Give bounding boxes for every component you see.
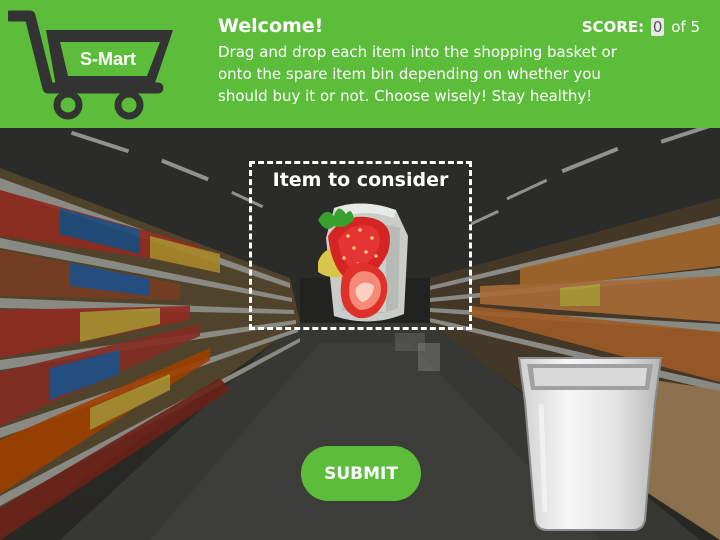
score-display: SCORE: 0 of 5 <box>582 16 700 38</box>
score-total: of 5 <box>671 18 700 36</box>
submit-button[interactable]: SUBMIT <box>301 446 421 501</box>
game-stage: S-Mart Welcome! Drag and drop each item … <box>0 0 720 540</box>
item-to-consider-title: Item to consider <box>272 169 449 191</box>
welcome-title: Welcome! <box>218 15 324 37</box>
s-mart-logo: S-Mart <box>4 8 178 120</box>
instructions-text: Drag and drop each item into the shoppin… <box>218 43 617 105</box>
trash-bin-icon[interactable] <box>515 352 665 534</box>
logo-text: S-Mart <box>80 49 136 69</box>
item-to-consider-dropzone: Item to consider <box>249 161 472 330</box>
shopping-cart-icon: S-Mart <box>4 10 173 120</box>
score-label: SCORE: <box>581 18 645 36</box>
strawberry-milk-can-icon[interactable] <box>304 196 419 330</box>
score-value: 0 <box>650 18 665 36</box>
header-bar: S-Mart Welcome! Drag and drop each item … <box>0 0 720 128</box>
